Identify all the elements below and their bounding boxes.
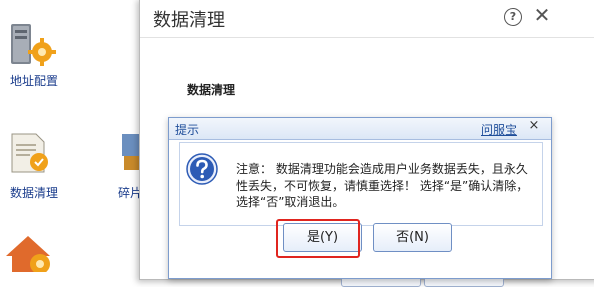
prompt-titlebar: 提示 问服宝 × — [169, 118, 551, 140]
prompt-title: 提示 — [175, 123, 200, 137]
title-divider — [140, 37, 594, 38]
address-config-icon[interactable] — [6, 22, 56, 68]
prompt-message: 注意： 数据清理功能会造成用户业务数据丢失，且永久性丢失，不可恢复，请慎重选择！… — [236, 162, 529, 209]
question-icon — [186, 153, 218, 185]
prompt-close-icon[interactable]: × — [526, 118, 542, 133]
fragment-icon[interactable] — [118, 130, 140, 174]
yes-button-highlight — [276, 219, 360, 258]
close-icon[interactable]: ✕ — [532, 4, 552, 26]
prompt-dialog: 提示 问服宝 × 注意： 数据清理功能会造成用户业务数据丢失，且永久性丢失，不可… — [168, 117, 552, 279]
data-cleanup-icon[interactable] — [8, 130, 52, 174]
content-heading: 数据清理 — [187, 83, 236, 97]
home-tool-icon[interactable] — [2, 234, 58, 274]
help-circle-icon[interactable]: ? — [504, 8, 522, 26]
desktop-label-data-cleanup[interactable]: 数据清理 — [10, 184, 58, 201]
desktop-label-address-config[interactable]: 地址配置 — [10, 72, 58, 89]
no-button[interactable]: 否(N) — [373, 223, 452, 252]
help-link[interactable]: 问服宝 — [481, 121, 517, 138]
message-panel: 注意： 数据清理功能会造成用户业务数据丢失，且永久性丢失，不可恢复，请慎重选择！… — [179, 142, 543, 226]
dialog-title: 数据清理 — [153, 10, 225, 31]
